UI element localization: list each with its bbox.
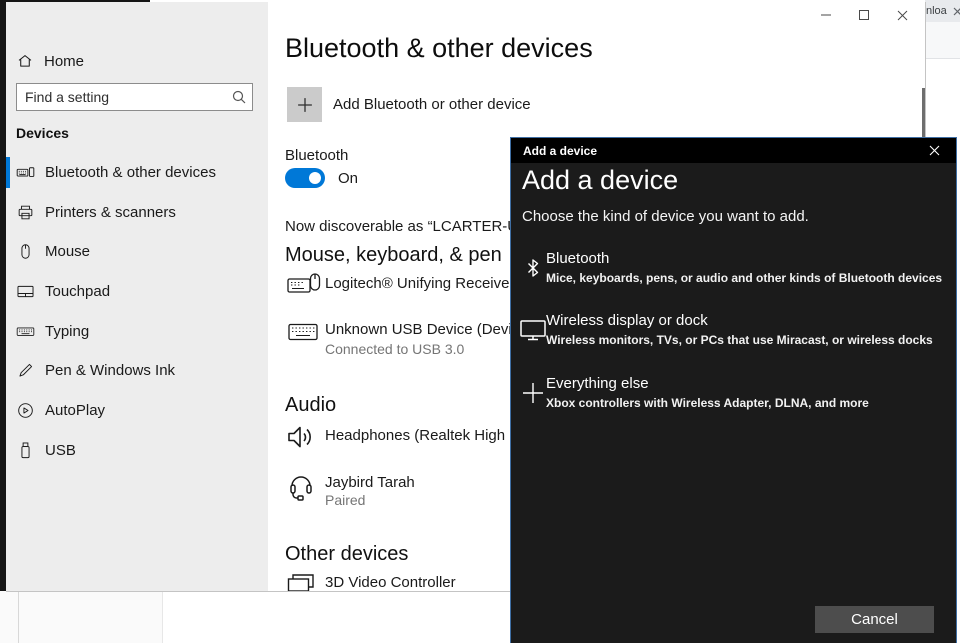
search-box (16, 83, 253, 111)
maximize-button[interactable] (845, 2, 883, 28)
option-bluetooth[interactable]: Bluetooth Mice, keyboards, pens, or audi… (511, 242, 955, 298)
window-controls (807, 2, 921, 28)
option-wireless-display[interactable]: Wireless display or dock Wireless monito… (511, 304, 955, 360)
dialog-close-button[interactable] (918, 138, 950, 163)
sidebar-item-label: Typing (45, 323, 90, 340)
headset-icon (290, 476, 312, 501)
home-label: Home (44, 52, 85, 70)
option-description: Xbox controllers with Wireless Adapter, … (546, 396, 869, 410)
display-adapter-icon (287, 574, 314, 591)
bluetooth-label: Bluetooth (285, 147, 349, 164)
dialog-heading: Add a device (522, 165, 679, 195)
device-title[interactable]: 3D Video Controller (325, 574, 456, 591)
sidebar-item-typing[interactable]: Typing (6, 312, 268, 351)
add-button-label: Add Bluetooth or other device (333, 96, 531, 113)
option-description: Wireless monitors, TVs, or PCs that use … (546, 333, 933, 347)
close-icon (929, 145, 939, 156)
sidebar-item-label: Pen & Windows Ink (45, 362, 176, 379)
plus-icon (287, 87, 322, 122)
toggle-knob (309, 172, 321, 184)
toggle-state-label: On (338, 169, 359, 187)
option-everything-else[interactable]: Everything else Xbox controllers with Wi… (511, 367, 955, 423)
bluetooth-icon (528, 259, 539, 277)
sidebar-item-mouse[interactable]: Mouse (6, 232, 268, 271)
option-title: Bluetooth (546, 250, 610, 267)
background-panel (0, 591, 163, 643)
option-title: Wireless display or dock (546, 312, 708, 329)
close-button[interactable] (883, 2, 921, 28)
pen-icon (19, 363, 33, 377)
sidebar-item-touchpad[interactable]: Touchpad (6, 272, 268, 311)
sidebar-item-label: Touchpad (45, 283, 111, 300)
sidebar-item-label: Mouse (45, 243, 91, 260)
sidebar-item-autoplay[interactable]: AutoPlay (6, 391, 268, 430)
devices-icon (16, 167, 35, 177)
keyboard-mouse-icon (287, 273, 321, 293)
bluetooth-toggle-row: On (285, 168, 358, 188)
add-bluetooth-button[interactable]: Add Bluetooth or other device (287, 87, 531, 122)
dialog-titlebar: Add a device (511, 138, 956, 163)
scrollbar[interactable] (922, 88, 925, 137)
cancel-button[interactable]: Cancel (815, 606, 934, 633)
sidebar-item-pen-windows-ink[interactable]: Pen & Windows Ink (6, 351, 268, 390)
search-icon (232, 90, 246, 104)
section-title-audio: Audio (285, 394, 337, 416)
screen: nloa Settings Home Devices (0, 0, 960, 643)
background-window-bottom (0, 591, 510, 643)
page-title: Bluetooth & other devices (285, 33, 593, 63)
usb-icon (21, 442, 30, 459)
speaker-icon (288, 426, 311, 448)
sidebar-item-label: USB (45, 442, 76, 459)
keyboard-icon (288, 323, 318, 341)
monitor-icon (520, 320, 546, 341)
sidebar-section-label: Devices (16, 125, 69, 141)
search-input[interactable] (17, 84, 252, 110)
sidebar-item-usb[interactable]: USB (6, 431, 268, 470)
section-title-mouse-keyboard-pen: Mouse, keyboard, & pen (285, 244, 502, 266)
browser-tab-label: nloa (926, 5, 947, 17)
bluetooth-toggle[interactable] (285, 168, 325, 188)
option-description: Mice, keyboards, pens, or audio and othe… (546, 271, 943, 285)
keyboard-icon (16, 327, 35, 336)
background-divider (18, 591, 19, 643)
device-subtitle: Connected to USB 3.0 (325, 341, 465, 357)
autoplay-icon (18, 403, 33, 418)
device-title[interactable]: Logitech® Unifying Receiver (325, 275, 514, 292)
device-title[interactable]: Jaybird Tarah (325, 474, 415, 491)
device-subtitle: Paired (325, 492, 366, 508)
plus-icon (523, 383, 543, 403)
sidebar-item-label: AutoPlay (45, 402, 106, 419)
sidebar-item-label: Bluetooth & other devices (45, 164, 216, 181)
browser-toolbar-fragment (925, 22, 960, 59)
tab-close-icon[interactable] (953, 7, 960, 16)
dialog-titlebar-text: Add a device (523, 143, 598, 158)
sidebar-item-home[interactable]: Home (16, 46, 84, 76)
sidebar: Home Devices Bluetooth & other devices P… (6, 2, 268, 591)
minimize-button[interactable] (807, 2, 845, 28)
mouse-icon (21, 244, 30, 259)
selection-indicator (6, 157, 10, 188)
sidebar-item-bluetooth-other-devices[interactable]: Bluetooth & other devices (6, 153, 268, 192)
home-icon (18, 55, 32, 67)
sidebar-item-label: Printers & scanners (45, 204, 176, 221)
touchpad-icon (17, 285, 34, 298)
printer-icon (18, 205, 33, 220)
browser-tab-fragment[interactable]: nloa (925, 0, 960, 22)
section-title-other-devices: Other devices (285, 543, 409, 565)
option-title: Everything else (546, 375, 649, 392)
add-device-dialog: Add a device Add a device Choose the kin… (510, 137, 957, 643)
sidebar-item-printers-scanners[interactable]: Printers & scanners (6, 193, 268, 232)
dialog-subtitle: Choose the kind of device you want to ad… (522, 208, 809, 225)
